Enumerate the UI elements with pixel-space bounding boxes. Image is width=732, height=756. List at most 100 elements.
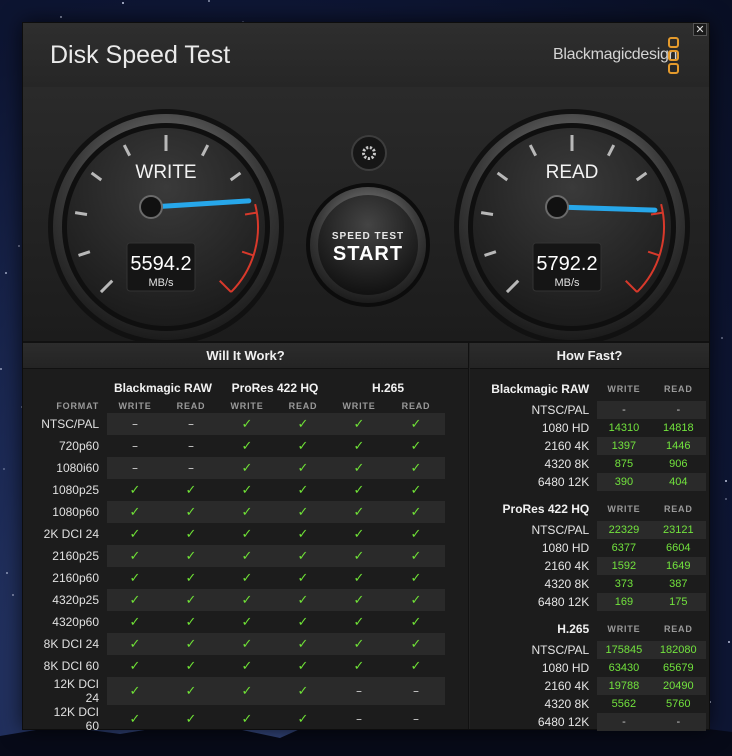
read-column-header: READ [663,624,693,634]
check-icon: ✓ [297,526,309,542]
check-icon: ✓ [297,658,309,674]
check-icon: ✓ [275,633,331,655]
table-row: 720p60 – – ✓ ✓ ✓ ✓ [37,435,445,457]
table-row: 1080 HD 63430 65679 [470,659,706,677]
check-icon: ✓ [353,614,365,630]
dash-icon: – [107,413,163,435]
settings-button[interactable] [351,135,387,171]
check-icon: ✓ [297,711,309,727]
star [59,15,62,18]
check-icon: ✓ [241,658,253,674]
gauge-tick [480,211,494,216]
group-name: Blackmagic RAW [491,382,590,396]
dash-icon: – [356,712,362,726]
format-label: 8K DCI 60 [43,659,99,673]
format-label: NTSC/PAL [531,403,590,417]
star [724,480,727,483]
check-icon: ✓ [107,677,163,705]
table-row: 1080p25 ✓ ✓ ✓ ✓ ✓ ✓ [37,479,445,501]
app-title: Disk Speed Test [50,41,231,69]
write-speed-fps: 14310 [608,422,640,434]
check-icon: ✓ [241,482,253,498]
read-speed-fps: 175 [650,593,706,611]
check-icon: ✓ [387,501,445,523]
format-label: 1080 HD [541,661,590,675]
format-label: 1080p60 [52,505,99,519]
dash-icon: – [331,677,387,705]
group-header-row: ProRes 422 HQ WRITE READ [470,497,706,521]
format-label: 2160 4K [544,679,590,693]
read-speed-fps: 404 [650,473,706,491]
blackmagic-logo-icon [668,37,680,75]
check-icon: ✓ [353,570,365,586]
write-speed-fps: 1592 [597,557,651,575]
dash-icon: – [163,457,219,479]
read-column-header: READ [663,504,693,514]
check-icon: ✓ [241,570,253,586]
check-icon: ✓ [410,438,422,454]
check-icon: ✓ [185,526,197,542]
format-label: 4320p25 [52,593,99,607]
check-icon: ✓ [185,711,197,727]
table-row: 4320 8K 5562 5760 [470,695,706,713]
table-row: 2160 4K 1397 1446 [470,437,706,455]
start-button-line1: SPEED TEST [332,231,404,242]
read-column-header: READ [176,401,206,411]
write-column-header: WRITE [118,401,152,411]
check-icon: ✓ [331,457,387,479]
check-icon: ✓ [387,545,445,567]
close-window-button[interactable]: ✕ [693,23,707,36]
check-icon: ✓ [241,438,253,454]
read-speed-unit: MB/s [554,277,580,289]
check-icon: ✓ [353,438,365,454]
check-icon: ✓ [297,570,309,586]
format-label: 2160p60 [52,571,99,585]
brand-name: Blackmagicdesign [553,46,678,63]
dash-icon: – [107,457,163,479]
check-icon: ✓ [129,614,141,630]
check-icon: ✓ [107,501,163,523]
how-fast-panel: How Fast? Blackmagic RAW WRITE READ NTSC/PA… [470,343,709,731]
check-icon: ✓ [163,545,219,567]
write-speed-fps: 175845 [597,641,651,659]
table-row: 1080 HD 14310 14818 [470,419,706,437]
dash-icon: – [413,712,419,726]
star [6,571,9,574]
window-header[interactable]: Disk Speed Test Blackmagicdesign [23,23,709,87]
check-icon: ✓ [107,545,163,567]
check-icon: ✓ [353,482,365,498]
check-icon: ✓ [387,633,445,655]
write-gauge-label: WRITE [135,162,196,183]
read-column-header: READ [288,401,318,411]
check-icon: ✓ [275,413,331,435]
group-name: ProRes 422 HQ [502,502,590,516]
write-column-header: WRITE [607,624,641,634]
check-icon: ✓ [331,545,387,567]
format-label: 6480 12K [537,715,590,729]
read-speed-fps: 906 [669,458,688,470]
format-label: 1080 HD [541,421,590,435]
check-icon: ✓ [297,614,309,630]
star [2,468,5,471]
check-icon: ✓ [275,457,331,479]
check-icon: ✓ [163,677,219,705]
write-speed-fps: - [597,713,651,731]
check-icon: ✓ [353,658,365,674]
table-row: 8K DCI 60 ✓ ✓ ✓ ✓ ✓ ✓ [37,655,445,677]
check-icon: ✓ [129,658,141,674]
write-speed-fps: 1397 [597,437,651,455]
group-header: H.265 [371,381,405,395]
check-icon: ✓ [219,545,275,567]
write-speed-fps: 6377 [611,542,637,554]
star [122,2,125,5]
format-label: NTSC/PAL [41,417,99,431]
check-icon: ✓ [185,658,197,674]
read-speed-fps: 20490 [650,677,706,695]
read-speed-fps: 1446 [650,437,706,455]
read-speed-fps: - [650,713,706,731]
format-label: 2160 4K [544,439,590,453]
table-row: 4320 8K 373 387 [470,575,706,593]
check-icon: ✓ [410,482,422,498]
write-column-header: WRITE [342,401,376,411]
speed-test-start-button[interactable]: SPEED TEST START [306,183,430,307]
